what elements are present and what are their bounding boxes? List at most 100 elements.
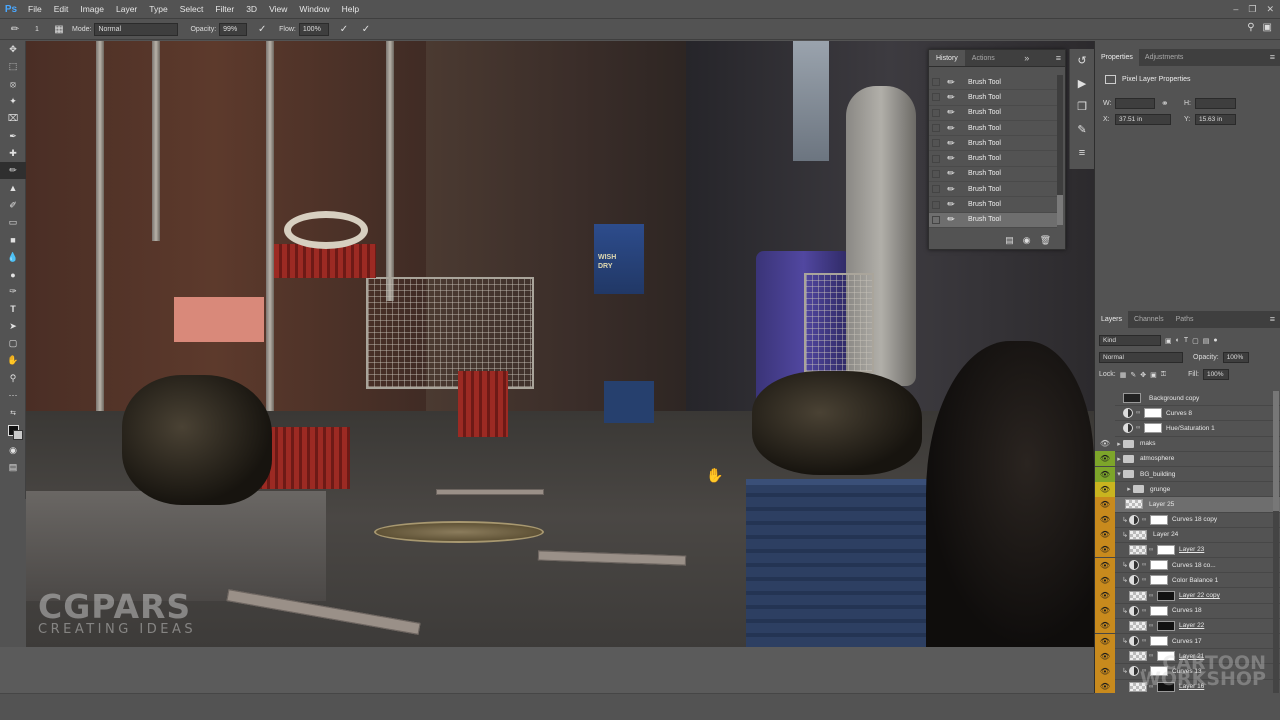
menu-select[interactable]: Select xyxy=(174,0,210,18)
layer-name[interactable]: Curves 18 xyxy=(1172,607,1202,614)
fill-field[interactable]: 100% xyxy=(1202,369,1229,380)
layer-row[interactable]: 👁 ↳ ∞ Curves 18 co... xyxy=(1095,557,1280,574)
layer-name[interactable]: grunge xyxy=(1150,486,1170,493)
layer-name[interactable]: Layer 22 xyxy=(1179,622,1204,629)
brush-settings-icon[interactable]: ✎ xyxy=(1070,118,1094,141)
history-scrollbar[interactable] xyxy=(1057,75,1063,225)
path-select-tool-icon[interactable]: ➤ xyxy=(0,318,26,335)
color-swatches-icon[interactable] xyxy=(0,422,26,440)
type-tool-icon[interactable]: T xyxy=(0,300,26,317)
quick-select-tool-icon[interactable]: ✦ xyxy=(0,93,26,110)
layer-row[interactable]: 👁 ↳ ∞ Color Balance 1 xyxy=(1095,572,1280,589)
brush-size-value[interactable]: 1 xyxy=(30,26,44,33)
layer-mask-thumbnail[interactable] xyxy=(1157,544,1175,555)
pressure-size-icon[interactable]: ✓ xyxy=(359,24,373,35)
visibility-toggle[interactable]: 👁 xyxy=(1095,588,1115,604)
layer-name[interactable]: Curves 8 xyxy=(1166,410,1192,417)
tab-layers[interactable]: Layers xyxy=(1095,311,1129,328)
history-source-box[interactable] xyxy=(932,139,940,148)
layer-name[interactable]: Curves 18 co... xyxy=(1172,562,1216,569)
layers-scrollbar[interactable] xyxy=(1273,391,1279,693)
layer-name[interactable]: maks xyxy=(1140,440,1156,447)
kind-filter-select[interactable]: Kind xyxy=(1099,335,1161,346)
visibility-toggle[interactable]: 👁 xyxy=(1095,603,1115,619)
visibility-toggle[interactable]: 👁 xyxy=(1095,572,1115,588)
history-source-box[interactable] xyxy=(932,78,940,87)
lasso-tool-icon[interactable]: ⦻ xyxy=(0,76,26,93)
history-source-box[interactable] xyxy=(932,215,940,224)
menu-help[interactable]: Help xyxy=(336,0,365,18)
history-source-box[interactable] xyxy=(932,169,940,178)
eraser-tool-icon[interactable]: ▭ xyxy=(0,214,26,231)
history-item[interactable]: ✏ Brush Tool xyxy=(929,121,1057,137)
history-item[interactable]: ✏ Brush Tool xyxy=(929,136,1057,152)
visibility-toggle[interactable]: 👁 xyxy=(1095,512,1115,528)
layer-row[interactable]: 👁 ∞ Layer 22 xyxy=(1095,618,1280,634)
layer-mask-thumbnail[interactable] xyxy=(1150,575,1168,586)
layer-mask-thumbnail[interactable] xyxy=(1150,514,1168,525)
filter-toggle-icon[interactable]: ● xyxy=(1213,337,1217,344)
menu-window[interactable]: Window xyxy=(293,0,335,18)
tab-adjustments[interactable]: Adjustments xyxy=(1139,49,1190,66)
new-document-from-state-icon[interactable]: ▤ xyxy=(1005,235,1014,246)
layer-name[interactable]: Curves 18 copy xyxy=(1172,516,1217,523)
actions-play-icon[interactable]: ▶ xyxy=(1070,72,1094,95)
history-item[interactable]: ✏ Brush Tool xyxy=(929,167,1057,183)
pressure-opacity-icon[interactable]: ✓ xyxy=(255,24,269,35)
layer-row[interactable]: ∞ Hue/Saturation 1 xyxy=(1095,420,1280,437)
healing-tool-icon[interactable]: ✚ xyxy=(0,145,26,162)
height-field[interactable] xyxy=(1195,98,1236,109)
visibility-toggle[interactable] xyxy=(1095,420,1115,436)
layer-row[interactable]: 👁 ∞ Layer 22 copy xyxy=(1095,588,1280,604)
visibility-toggle[interactable] xyxy=(1095,391,1115,406)
lock-transparency-icon[interactable]: ▦ xyxy=(1120,371,1127,379)
zoom-tool-icon[interactable]: ⚲ xyxy=(0,370,26,387)
mode-select[interactable]: Normal xyxy=(94,22,179,36)
visibility-toggle[interactable]: 👁 xyxy=(1095,496,1115,512)
tab-channels[interactable]: Channels xyxy=(1128,311,1170,328)
layers-scroll-thumb[interactable] xyxy=(1273,391,1279,511)
lock-artboard-icon[interactable]: ▣ xyxy=(1150,371,1157,379)
layer-name[interactable]: Curves 17 xyxy=(1172,638,1202,645)
collapse-icon[interactable]: » xyxy=(1020,50,1033,66)
layer-row[interactable]: 👁 ▸ maks xyxy=(1095,436,1280,452)
filter-pixel-icon[interactable]: ▣ xyxy=(1165,337,1172,345)
history-item[interactable]: ✏ Brush Tool xyxy=(929,106,1057,121)
lock-pixels-icon[interactable]: ✎ xyxy=(1130,371,1136,379)
brush-panel-icon[interactable]: ▦ xyxy=(52,24,66,35)
layer-mask-thumbnail[interactable] xyxy=(1144,408,1162,419)
blur-tool-icon[interactable]: 💧 xyxy=(0,249,26,266)
chevron-right-icon[interactable]: ▸ xyxy=(1115,455,1123,463)
blend-mode-select[interactable]: Normal xyxy=(1099,352,1183,363)
adjustments-sliders-icon[interactable]: ≡ xyxy=(1070,141,1094,164)
layer-name[interactable]: Color Balance 1 xyxy=(1172,577,1218,584)
layer-row[interactable]: 👁 ▸ grunge xyxy=(1095,481,1280,498)
y-field[interactable]: 15.63 in xyxy=(1195,114,1236,125)
brush-tool-icon[interactable]: ✏ xyxy=(0,162,26,180)
panel-menu-icon[interactable]: ≡ xyxy=(1270,49,1280,66)
history-item[interactable]: ✏ Brush Tool xyxy=(929,197,1057,213)
menu-image[interactable]: Image xyxy=(74,0,110,18)
layer-row[interactable]: ∞ Curves 8 xyxy=(1095,405,1280,422)
shape-tool-icon[interactable]: ▢ xyxy=(0,335,26,352)
menu-file[interactable]: File xyxy=(22,0,48,18)
history-item[interactable]: ✏ Brush Tool xyxy=(929,182,1057,198)
tab-history[interactable]: History xyxy=(929,50,965,66)
visibility-toggle[interactable]: 👁 xyxy=(1095,542,1115,558)
visibility-toggle[interactable]: 👁 xyxy=(1095,436,1115,452)
filter-type-icon[interactable]: T xyxy=(1184,337,1188,344)
menu-view[interactable]: View xyxy=(263,0,293,18)
layer-row-selected[interactable]: 👁 Layer 25 xyxy=(1095,496,1280,513)
menu-filter[interactable]: Filter xyxy=(209,0,240,18)
history-source-box[interactable] xyxy=(932,185,940,194)
layer-name[interactable]: atmosphere xyxy=(1140,455,1174,462)
menu-3d[interactable]: 3D xyxy=(240,0,263,18)
history-item[interactable]: ✏ Brush Tool xyxy=(929,151,1057,167)
visibility-toggle[interactable]: 👁 xyxy=(1095,451,1115,467)
layer-mask-thumbnail[interactable] xyxy=(1150,636,1168,647)
brush-preset-icon[interactable]: ✏ xyxy=(8,24,22,35)
swap-colors-icon[interactable]: ⇆ xyxy=(0,404,26,421)
layer-name[interactable]: Layer 25 xyxy=(1149,501,1174,508)
width-field[interactable] xyxy=(1115,98,1155,109)
layer-row[interactable]: 👁 ↳ Layer 24 xyxy=(1095,527,1280,543)
